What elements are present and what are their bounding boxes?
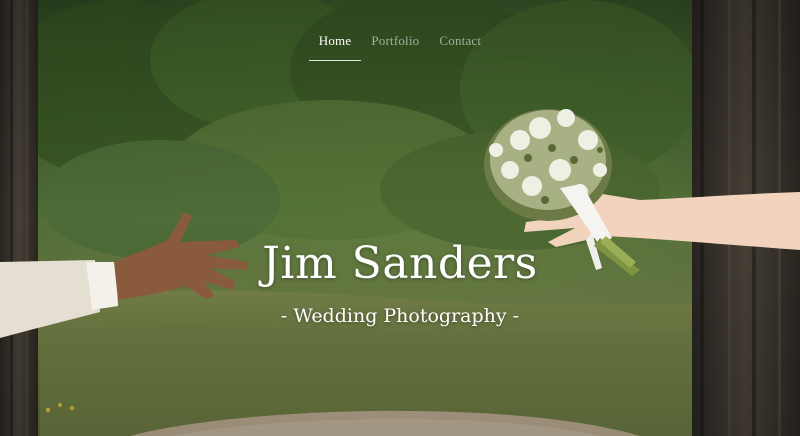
main-nav: Home Portfolio Contact: [0, 31, 800, 61]
nav-item-portfolio[interactable]: Portfolio: [361, 31, 429, 61]
site-subtitle: - Wedding Photography -: [280, 305, 520, 327]
hero-title-block: Jim Sanders - Wedding Photography -: [0, 238, 800, 328]
hero-section: Home Portfolio Contact Jim Sanders - Wed…: [0, 0, 800, 436]
hero-background-photo: [0, 0, 800, 436]
site-title: Jim Sanders: [262, 238, 538, 289]
nav-item-home[interactable]: Home: [308, 31, 362, 61]
nav-item-contact[interactable]: Contact: [429, 31, 491, 61]
